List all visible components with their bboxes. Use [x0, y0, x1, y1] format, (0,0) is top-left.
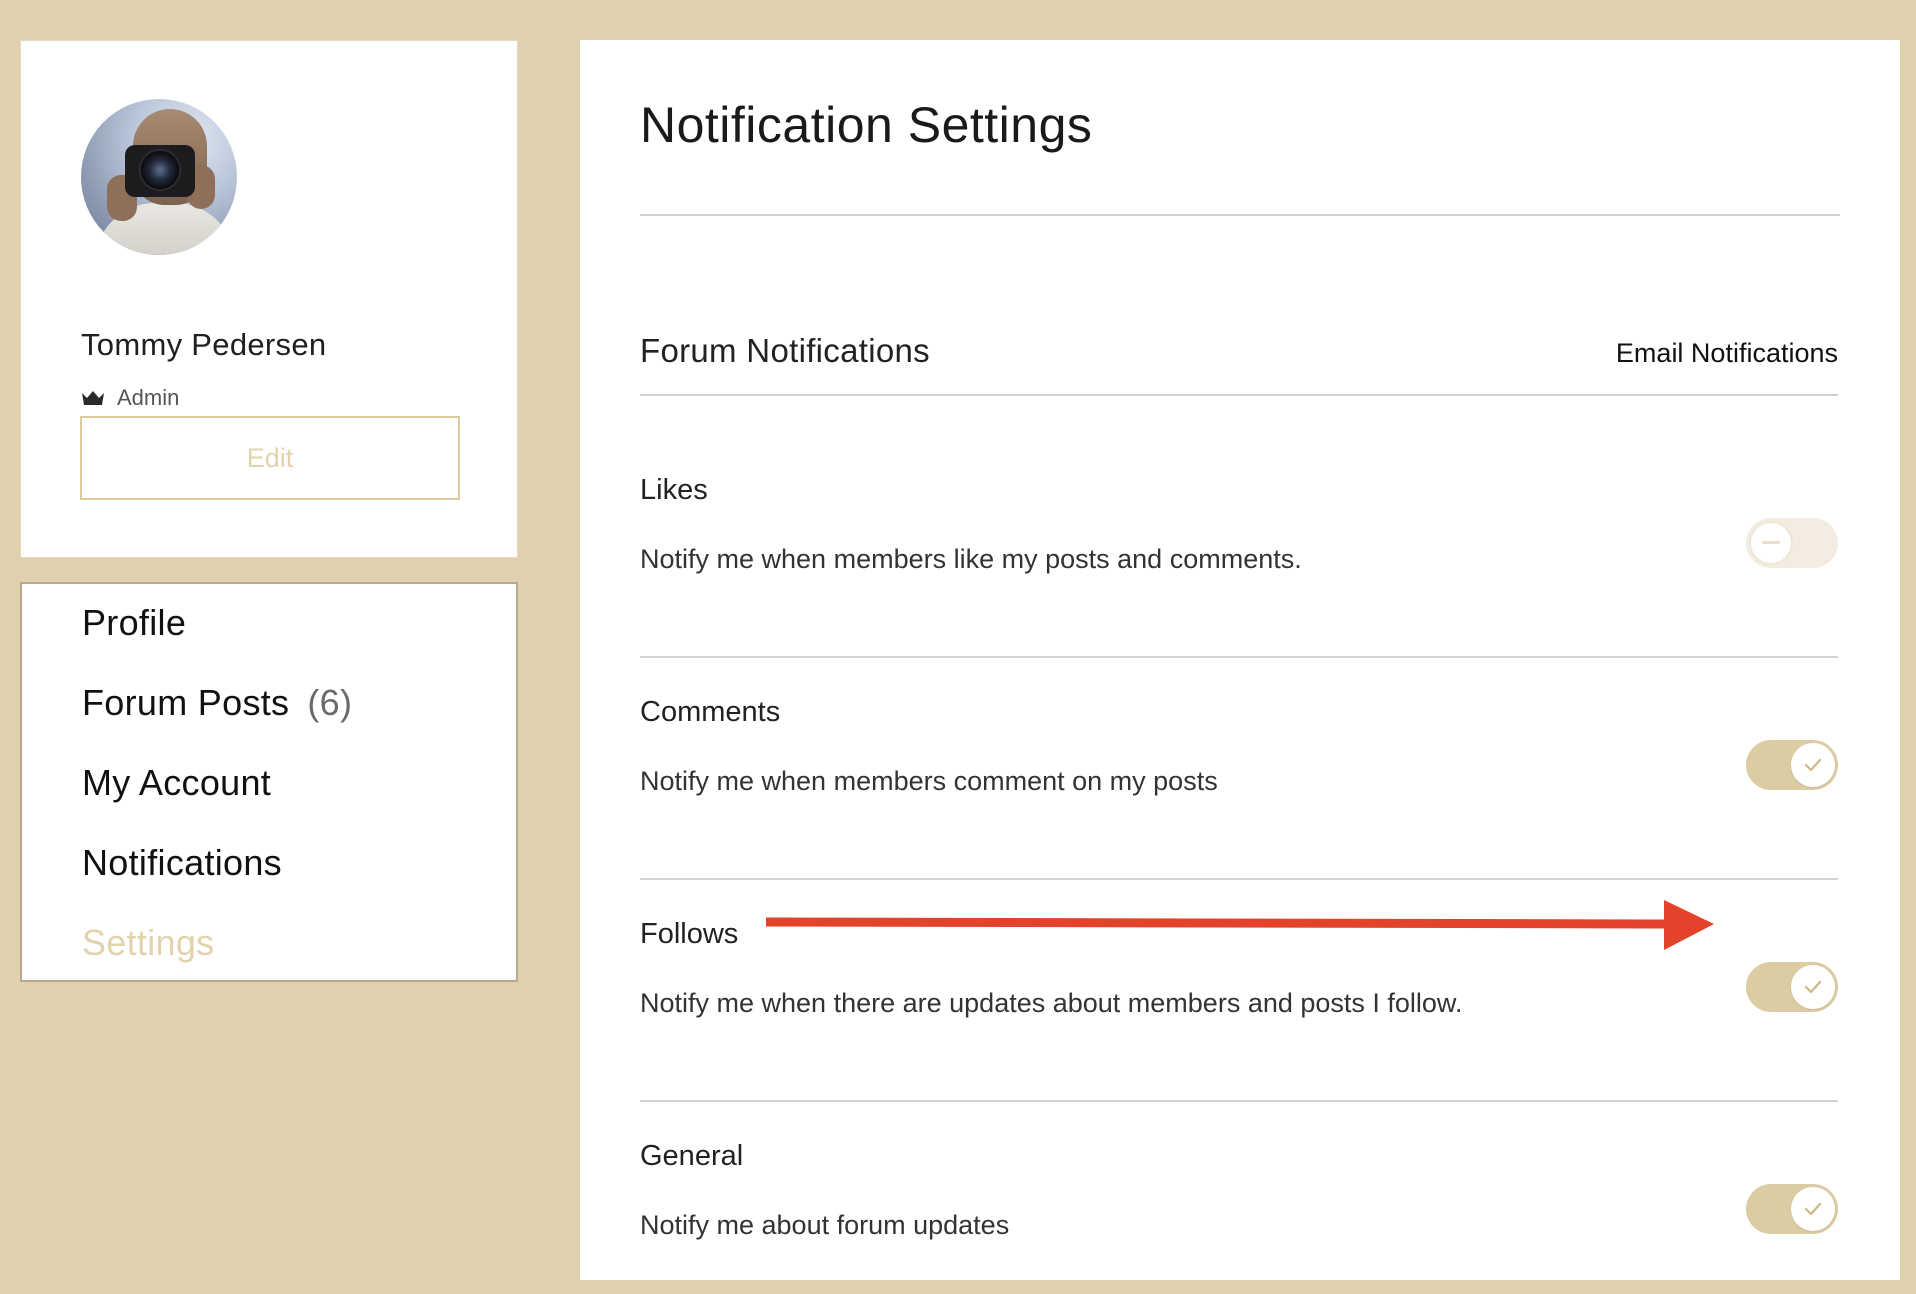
setting-description: Notify me when members like my posts and…: [640, 544, 1302, 574]
setting-title: Likes: [640, 474, 708, 506]
setting-title: Follows: [640, 918, 739, 950]
account-nav: Profile Forum Posts (6) My Account Notifi…: [20, 582, 518, 982]
email-notifications-column-label: Email Notifications: [1615, 338, 1838, 368]
role-badge: Admin: [81, 385, 179, 411]
nav-item-label: Profile: [82, 602, 187, 643]
setting-row-likes: Likes Notify me when members like my pos…: [640, 436, 1838, 658]
check-icon: [1791, 965, 1835, 1009]
section-header: Forum Notifications Email Notifications: [640, 332, 1838, 370]
nav-item-forum-posts[interactable]: Forum Posts (6): [82, 682, 352, 724]
setting-description: Notify me about forum updates: [640, 1210, 1010, 1240]
user-name: Tommy Pedersen: [81, 327, 327, 362]
section-divider: [640, 394, 1838, 396]
arrow-right-icon: [763, 898, 1716, 963]
nav-item-profile[interactable]: Profile: [82, 602, 186, 644]
forum-posts-count: (6): [307, 682, 353, 723]
edit-profile-button[interactable]: Edit: [80, 416, 460, 500]
setting-title: Comments: [640, 696, 781, 728]
nav-item-notifications[interactable]: Notifications: [82, 842, 282, 884]
page-title: Notification Settings: [640, 97, 1093, 153]
nav-item-settings[interactable]: Settings: [82, 922, 214, 964]
nav-item-my-account[interactable]: My Account: [82, 762, 271, 804]
comments-email-toggle[interactable]: [1746, 740, 1838, 790]
section-title: Forum Notifications: [640, 332, 930, 369]
avatar[interactable]: [81, 99, 237, 255]
general-email-toggle[interactable]: [1746, 1184, 1838, 1234]
title-divider: [640, 214, 1840, 216]
setting-row-general: General Notify me about forum updates: [640, 1102, 1838, 1280]
likes-email-toggle[interactable]: [1746, 518, 1838, 568]
setting-description: Notify me when there are updates about m…: [640, 988, 1463, 1018]
role-label: Admin: [117, 385, 180, 410]
setting-row-comments: Comments Notify me when members comment …: [640, 658, 1838, 880]
nav-item-label: Notifications: [82, 842, 282, 883]
follows-email-toggle[interactable]: [1746, 962, 1838, 1012]
crown-icon: [81, 390, 105, 406]
nav-item-label: My Account: [82, 762, 272, 803]
setting-title: General: [640, 1140, 744, 1172]
check-icon: [1791, 1187, 1835, 1231]
setting-description: Notify me when members comment on my pos…: [640, 766, 1218, 796]
notification-settings-panel: Notification Settings Forum Notification…: [580, 40, 1900, 1280]
nav-item-label: Forum Posts: [82, 682, 290, 723]
minus-icon: [1749, 521, 1793, 565]
check-icon: [1791, 743, 1835, 787]
nav-item-label: Settings: [82, 922, 215, 963]
